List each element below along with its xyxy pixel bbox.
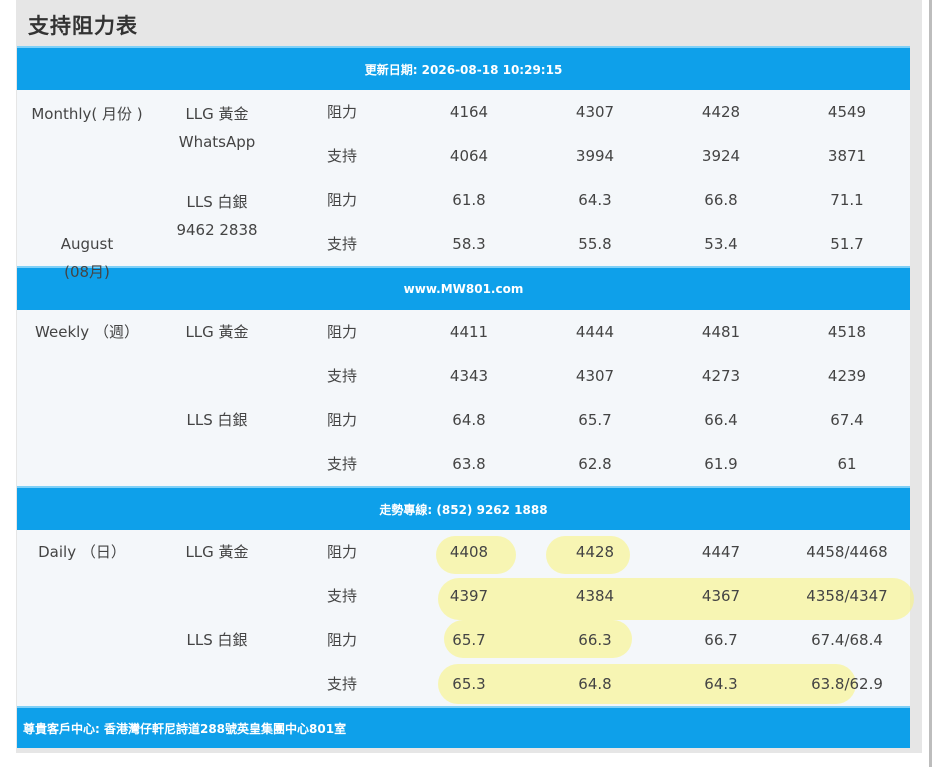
level-3: 4273 (701, 367, 741, 385)
daily-section: Daily （日） LLG 黃金 LLS 白銀 阻力 4408 4428 444… (17, 530, 914, 706)
level-3: 4447 (701, 543, 741, 561)
row-type: 支持 (326, 147, 357, 165)
level-1: 65.7 (452, 631, 486, 649)
level-2: 64.3 (578, 191, 612, 209)
row-type: 支持 (326, 367, 357, 385)
level-4: 4549 (827, 103, 867, 121)
row-type: 支持 (326, 675, 357, 693)
level-3: 64.3 (704, 675, 738, 693)
level-4: 63.8/62.9 (811, 675, 883, 693)
level-2: 55.8 (578, 235, 612, 253)
table-row: 支持 4397 4384 4367 4358/4347 (17, 574, 910, 618)
level-1: 4164 (449, 103, 489, 121)
level-4: 71.1 (830, 191, 864, 209)
level-3: 66.7 (704, 631, 738, 649)
level-3: 3924 (701, 147, 741, 165)
level-3: 66.4 (704, 411, 738, 429)
row-type: 支持 (326, 587, 357, 605)
level-1: 61.8 (452, 191, 486, 209)
row-type: 支持 (326, 455, 357, 473)
website-link[interactable]: www.MW801.com (404, 282, 524, 296)
level-4: 4358/4347 (806, 587, 888, 605)
row-type: 阻力 (326, 411, 357, 429)
table-row: 阻力 4164 4307 4428 4549 (17, 90, 910, 134)
level-3: 4481 (701, 323, 741, 341)
table-row: 支持 4064 3994 3924 3871 (17, 134, 910, 178)
row-type: 阻力 (326, 103, 357, 121)
level-1: 65.3 (452, 675, 486, 693)
hotline-text: 走勢專線: (852) 9262 1888 (379, 502, 548, 517)
level-3: 53.4 (704, 235, 738, 253)
level-1: 63.8 (452, 455, 486, 473)
table-row: 阻力 61.8 64.3 66.8 71.1 (17, 178, 910, 222)
level-1: 64.8 (452, 411, 486, 429)
level-3: 4428 (701, 103, 741, 121)
page-title: 支持阻力表 (28, 14, 138, 38)
level-1: 4064 (449, 147, 489, 165)
level-4: 67.4/68.4 (811, 631, 883, 649)
table-row: 支持 65.3 64.8 64.3 63.8/62.9 (17, 662, 910, 706)
level-2: 64.8 (578, 675, 612, 693)
level-1: 4408 (449, 543, 489, 561)
level-2: 4428 (575, 543, 615, 561)
monthly-section: Monthly( 月份 ) August (08月) LLG 黃金 WhatsA… (17, 90, 910, 281)
level-1: 4411 (449, 323, 489, 341)
update-date-text: 更新日期: 2026-08-18 10:29:15 (364, 62, 563, 77)
level-2: 4307 (575, 103, 615, 121)
level-4: 67.4 (830, 411, 864, 429)
level-4: 61 (837, 455, 857, 473)
address-text: 尊貴客戶中心: 香港灣仔軒尼詩道288號英皇集團中心801室 (23, 721, 347, 736)
table-row: 支持 4343 4307 4273 4239 (17, 354, 910, 398)
level-4: 3871 (827, 147, 867, 165)
level-2: 4444 (575, 323, 615, 341)
level-2: 4384 (575, 587, 615, 605)
update-date-bar: 更新日期: 2026-08-18 10:29:15 (17, 46, 910, 90)
level-3: 4367 (701, 587, 741, 605)
row-type: 阻力 (326, 323, 357, 341)
table-row: 支持 63.8 62.8 61.9 61 (17, 442, 910, 486)
level-2: 4307 (575, 367, 615, 385)
table-row: 支持 58.3 55.8 53.4 51.7 (17, 222, 910, 266)
level-1: 4343 (449, 367, 489, 385)
row-type: 阻力 (326, 631, 357, 649)
level-1: 4397 (449, 587, 489, 605)
level-2: 65.7 (578, 411, 612, 429)
row-type: 阻力 (326, 191, 357, 209)
table-row: 阻力 64.8 65.7 66.4 67.4 (17, 398, 910, 442)
level-4: 4239 (827, 367, 867, 385)
level-2: 3994 (575, 147, 615, 165)
level-1: 58.3 (452, 235, 486, 253)
scrollbar-edge (929, 0, 932, 767)
support-resistance-table: 更新日期: 2026-08-18 10:29:15 Monthly( 月份 ) … (17, 46, 914, 748)
hotline-bar: 走勢專線: (852) 9262 1888 (17, 486, 910, 530)
level-4: 51.7 (830, 235, 864, 253)
table-row: 阻力 65.7 66.3 66.7 67.4/68.4 (17, 618, 910, 662)
table-row: 阻力 4408 4428 4447 4458/4468 (17, 530, 910, 574)
level-2: 66.3 (578, 631, 612, 649)
table-row: 阻力 4411 4444 4481 4518 (17, 310, 910, 354)
level-3: 66.8 (704, 191, 738, 209)
level-2: 62.8 (578, 455, 612, 473)
level-3: 61.9 (704, 455, 738, 473)
level-4: 4518 (827, 323, 867, 341)
weekly-section: Weekly （週） LLG 黃金 LLS 白銀 阻力 4411 4444 44… (17, 310, 910, 486)
address-bar: 尊貴客戶中心: 香港灣仔軒尼詩道288號英皇集團中心801室 (17, 706, 910, 748)
level-4: 4458/4468 (806, 543, 888, 561)
row-type: 支持 (326, 235, 357, 253)
row-type: 阻力 (326, 543, 357, 561)
